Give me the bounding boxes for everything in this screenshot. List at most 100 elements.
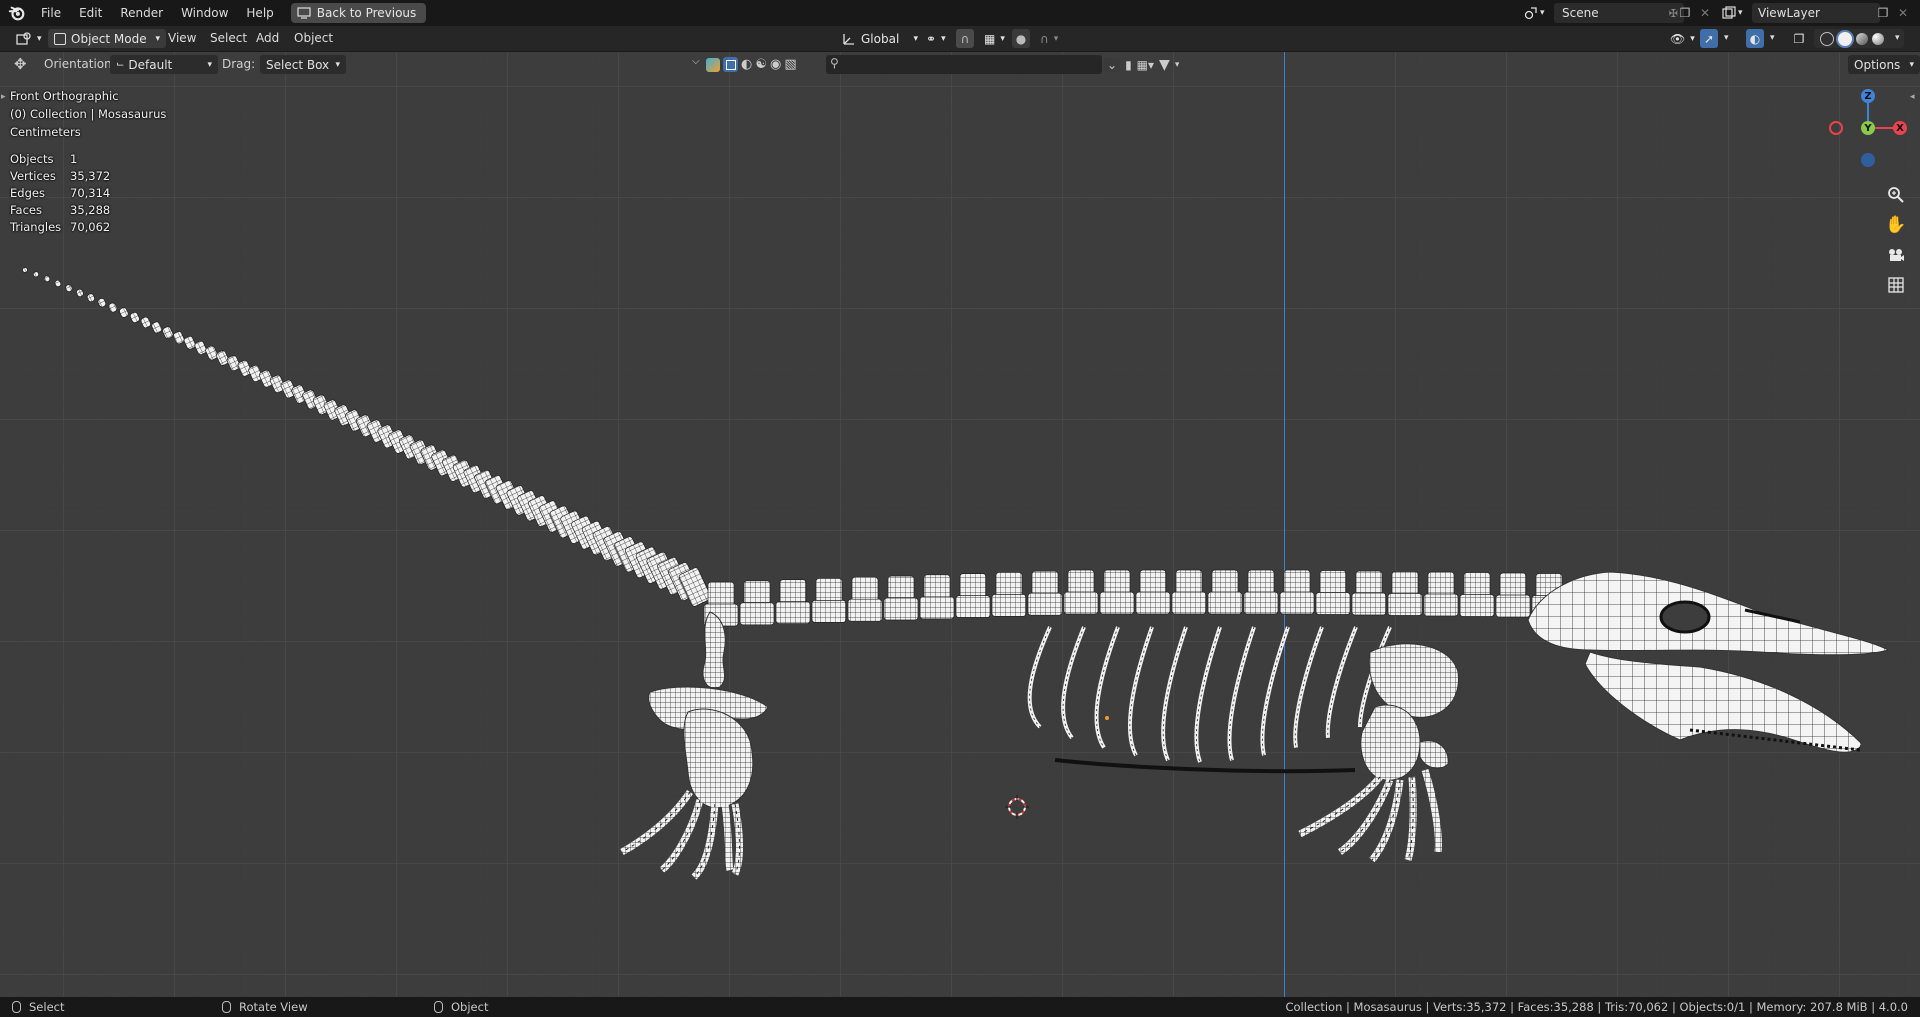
fore-limb [1298,643,1459,863]
vertebra-body [1495,594,1531,618]
gizmo-z-axis[interactable]: Z [1861,89,1875,103]
header-menu-view[interactable]: View [168,26,196,51]
status-info: Collection | Mosasaurus | Verts:35,372 |… [1285,1000,1908,1014]
material-shading-icon[interactable] [1856,32,1868,45]
vertebra-body [1351,592,1387,616]
tail-vertebra [172,331,185,345]
transform-orientation-dropdown[interactable]: Global ▾ [836,29,924,48]
vertebra-spine [707,581,735,607]
eye-icon: 👁 [1670,31,1686,46]
orthographic-toggle-icon[interactable] [1883,272,1909,298]
gizmo-neg-x-axis[interactable] [1829,121,1843,135]
vertebra-body [739,602,775,626]
vertebra-spine [959,573,987,598]
delete-view-layer-icon[interactable]: ✕ [1894,4,1912,22]
tail-vertebra [140,316,151,329]
overlay-dropdown-icon[interactable]: ▾ [1770,26,1775,51]
falloff-curve-icon: ∩ [1040,31,1049,46]
header-menu-add[interactable]: Add [256,26,279,51]
vertebra-spine [1355,570,1383,596]
zoom-icon[interactable] [1883,182,1909,208]
vertebra-spine [1247,569,1275,595]
shading-dropdown-icon[interactable]: ▾ [1895,26,1900,51]
menu-file[interactable]: File [32,0,70,26]
vertebra-body [1279,591,1315,615]
vertebra-spine [1175,569,1203,595]
wireframe-shading-icon[interactable] [1820,31,1834,46]
overlay-toggle[interactable]: ◐ [1746,29,1764,48]
shading-modes[interactable] [1814,29,1904,48]
rib-wire [1262,626,1289,756]
xray-icon: ❐ [1793,31,1805,46]
xray-toggle[interactable]: ❐ [1790,29,1808,48]
menu-window[interactable]: Window [172,0,237,26]
vertebra-body [1063,591,1099,615]
rib [1227,626,1256,761]
blender-logo-icon[interactable] [8,4,26,22]
scene-name: Scene [1562,6,1599,20]
3d-viewport[interactable]: ✥ Orientation: ⌙ Default ▾ Drag: Select … [0,52,1920,997]
back-to-previous-button[interactable]: Back to Previous [290,3,427,23]
tail-vertebra [151,321,163,334]
editor-type-icon [16,31,31,45]
pan-hand-icon[interactable]: ✋ [1883,212,1909,238]
vertebra-body [1459,594,1495,617]
view-layer-type-icon[interactable]: ▾ [1722,4,1750,22]
vertebra-spine [1391,571,1419,596]
hind-limb [620,611,769,880]
menu-help[interactable]: Help [237,0,282,26]
editor-type-button[interactable]: ▾ [10,29,50,48]
vertebra-body [1315,592,1351,615]
new-view-layer-icon[interactable]: ❐ [1874,4,1892,22]
visibility-dropdown[interactable]: 👁 ▾ [1664,29,1704,48]
gizmo-toggle[interactable]: ➚ [1700,29,1718,48]
skull [1527,571,1890,753]
gizmo-dropdown-icon[interactable]: ▾ [1724,26,1729,51]
header-menu-select[interactable]: Select [210,26,247,51]
mouse-left-icon [12,1001,21,1013]
vertebra-spine [1139,569,1167,595]
vertebra-spine [1031,570,1059,596]
pivot-point-dropdown[interactable]: ⚭ ▾ [920,29,960,48]
rib [1127,626,1154,757]
vertebra-body [1387,593,1423,616]
tail-vertebra [183,335,196,350]
solid-shading-icon[interactable] [1838,31,1852,46]
menu-render[interactable]: Render [111,0,172,26]
scene-type-icon[interactable]: ▾ [1524,4,1552,22]
camera-view-icon[interactable] [1883,242,1909,268]
transform-orientation-label: Global [861,31,900,46]
vertebra-body [1135,591,1171,615]
view-layer-field[interactable]: ViewLayer [1752,3,1880,23]
gizmo-y-axis[interactable]: Y [1861,121,1875,135]
gizmo-neg-z-axis[interactable] [1861,153,1875,167]
mode-dropdown[interactable]: Object Mode ▾ [48,29,166,48]
scene-name-field[interactable]: Scene ✠ [1554,3,1684,23]
back-to-previous-label: Back to Previous [316,6,417,20]
header-menu-object[interactable]: Object [294,26,333,51]
vertebra-spine [995,572,1023,597]
rendered-shading-icon[interactable] [1872,32,1884,45]
vertebra-spine [815,578,843,603]
delete-scene-icon[interactable]: ✕ [1696,4,1714,22]
vertebra-body [1099,591,1135,615]
proportional-editing-toggle[interactable]: ● [1012,29,1030,48]
viewport-header: ▾ Object Mode ▾ View Select Add Object G… [0,26,1920,52]
snap-toggle[interactable]: ∩ [956,29,974,48]
mosasaurus-skeleton-mesh[interactable] [0,52,1920,997]
top-menu-bar: File Edit Render Window Help Back to Pre… [0,0,1920,26]
tail-vertebra [65,284,73,292]
rib-wire [1294,626,1323,748]
status-bar: Select Rotate View Object Collection | M… [0,997,1920,1017]
status-object-hint: Object [434,997,488,1017]
mouse-middle-icon [222,1001,231,1013]
falloff-dropdown[interactable]: ∩ ▾ [1034,29,1074,48]
gizmo-x-axis[interactable]: X [1893,121,1907,135]
new-scene-icon[interactable]: ❐ [1676,4,1694,22]
vertebra-body [1423,593,1459,617]
vertebra-body [1243,591,1279,615]
menu-edit[interactable]: Edit [70,0,111,26]
status-select-hint: Select [12,997,64,1017]
vertebra-body [955,595,991,618]
navigation-gizmo[interactable]: Z Y X [1829,88,1907,167]
